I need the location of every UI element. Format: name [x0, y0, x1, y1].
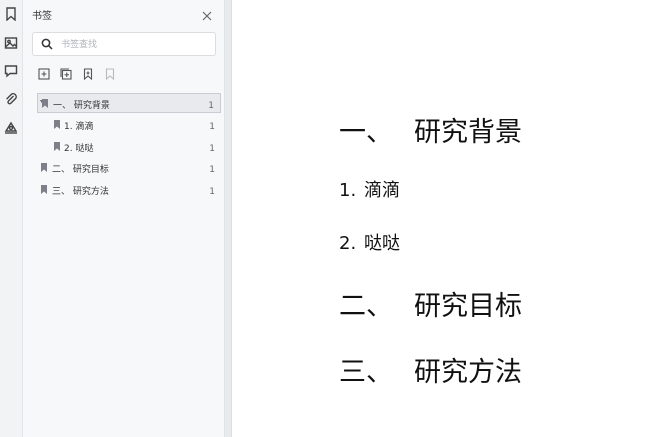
bookmark-icon	[83, 68, 93, 80]
bookmark-search-input[interactable]	[59, 36, 213, 54]
comment-icon	[4, 65, 18, 78]
heading-number: 三、	[339, 357, 393, 388]
close-icon	[202, 11, 212, 21]
bookmark-item-research-methods[interactable]: 三、 研究方法 1	[37, 180, 221, 200]
bookmark-disabled-button[interactable]	[102, 66, 118, 82]
attachment-panel-button[interactable]	[0, 88, 22, 110]
signature-panel-button[interactable]	[0, 116, 22, 138]
attachment-icon	[6, 93, 17, 105]
bookmark-item-research-background[interactable]: 一、 研究背景 1	[37, 93, 221, 113]
bookmark-panel-button[interactable]	[0, 3, 22, 25]
bookmark-page: 1	[209, 122, 215, 132]
subheading-didi[interactable]: 1. 滴滴	[339, 176, 400, 202]
image-panel-button[interactable]	[0, 32, 22, 54]
bookmark-page: 1	[208, 101, 214, 111]
heading-research-goals[interactable]: 二、 研究目标	[339, 284, 522, 323]
subheading-text: 哒哒	[364, 233, 400, 254]
bookmark-disabled-icon	[105, 68, 115, 80]
bookmark-page: 1	[209, 165, 215, 175]
bookmark-page: 1	[209, 187, 215, 197]
image-icon	[4, 37, 18, 49]
bookmark-button[interactable]	[80, 66, 96, 82]
bookmark-label: 二、 研究目标	[52, 165, 109, 175]
panel-title: 书签	[32, 11, 52, 22]
side-icon-rail	[0, 0, 23, 437]
heading-text: 研究背景	[414, 117, 522, 148]
bookmark-label: 一、 研究背景	[53, 101, 110, 111]
bookmark-icon	[54, 142, 60, 151]
add-sub-bookmark-button[interactable]	[58, 66, 74, 82]
subheading-number: 2.	[339, 233, 357, 254]
subheading-text: 滴滴	[364, 180, 400, 201]
bookmark-item-didi[interactable]: 1. 滴滴 1	[37, 115, 221, 135]
heading-number: 二、	[339, 291, 393, 322]
bookmark-icon	[41, 163, 47, 172]
add-sub-bookmark-icon	[60, 68, 72, 80]
bookmark-label: 2. 哒哒	[64, 144, 94, 154]
bookmark-icon	[54, 120, 60, 129]
bookmark-item-research-goals[interactable]: 二、 研究目标 1	[37, 158, 221, 178]
bookmark-item-dada[interactable]: 2. 哒哒 1	[37, 137, 221, 157]
bookmark-icon	[41, 185, 47, 194]
bookmark-icon	[6, 7, 16, 21]
document-page: 一、 研究背景 1. 滴滴 2. 哒哒 二、 研究目标 三、 研究方法	[232, 0, 652, 437]
bookmark-icon	[42, 99, 48, 108]
heading-text: 研究目标	[414, 291, 522, 322]
subheading-number: 1.	[339, 180, 357, 201]
heading-research-methods[interactable]: 三、 研究方法	[339, 350, 522, 389]
add-bookmark-icon	[38, 68, 50, 80]
add-bookmark-button[interactable]	[36, 66, 52, 82]
subheading-dada[interactable]: 2. 哒哒	[339, 229, 400, 255]
close-panel-button[interactable]	[201, 7, 213, 21]
comment-panel-button[interactable]	[0, 60, 22, 82]
heading-text: 研究方法	[414, 357, 522, 388]
bookmark-label: 1. 滴滴	[64, 122, 94, 132]
panel-splitter[interactable]	[225, 0, 232, 437]
signature-icon	[4, 121, 18, 134]
heading-research-background[interactable]: 一、 研究背景	[339, 110, 522, 149]
heading-number: 一、	[339, 117, 393, 148]
bookmark-search-box[interactable]	[32, 32, 216, 56]
bookmark-panel: 书签 一、 研究背景 1 1. 滴滴 1	[23, 0, 225, 437]
bookmark-label: 三、 研究方法	[52, 187, 109, 197]
search-icon	[41, 38, 53, 50]
bookmark-page: 1	[209, 144, 215, 154]
